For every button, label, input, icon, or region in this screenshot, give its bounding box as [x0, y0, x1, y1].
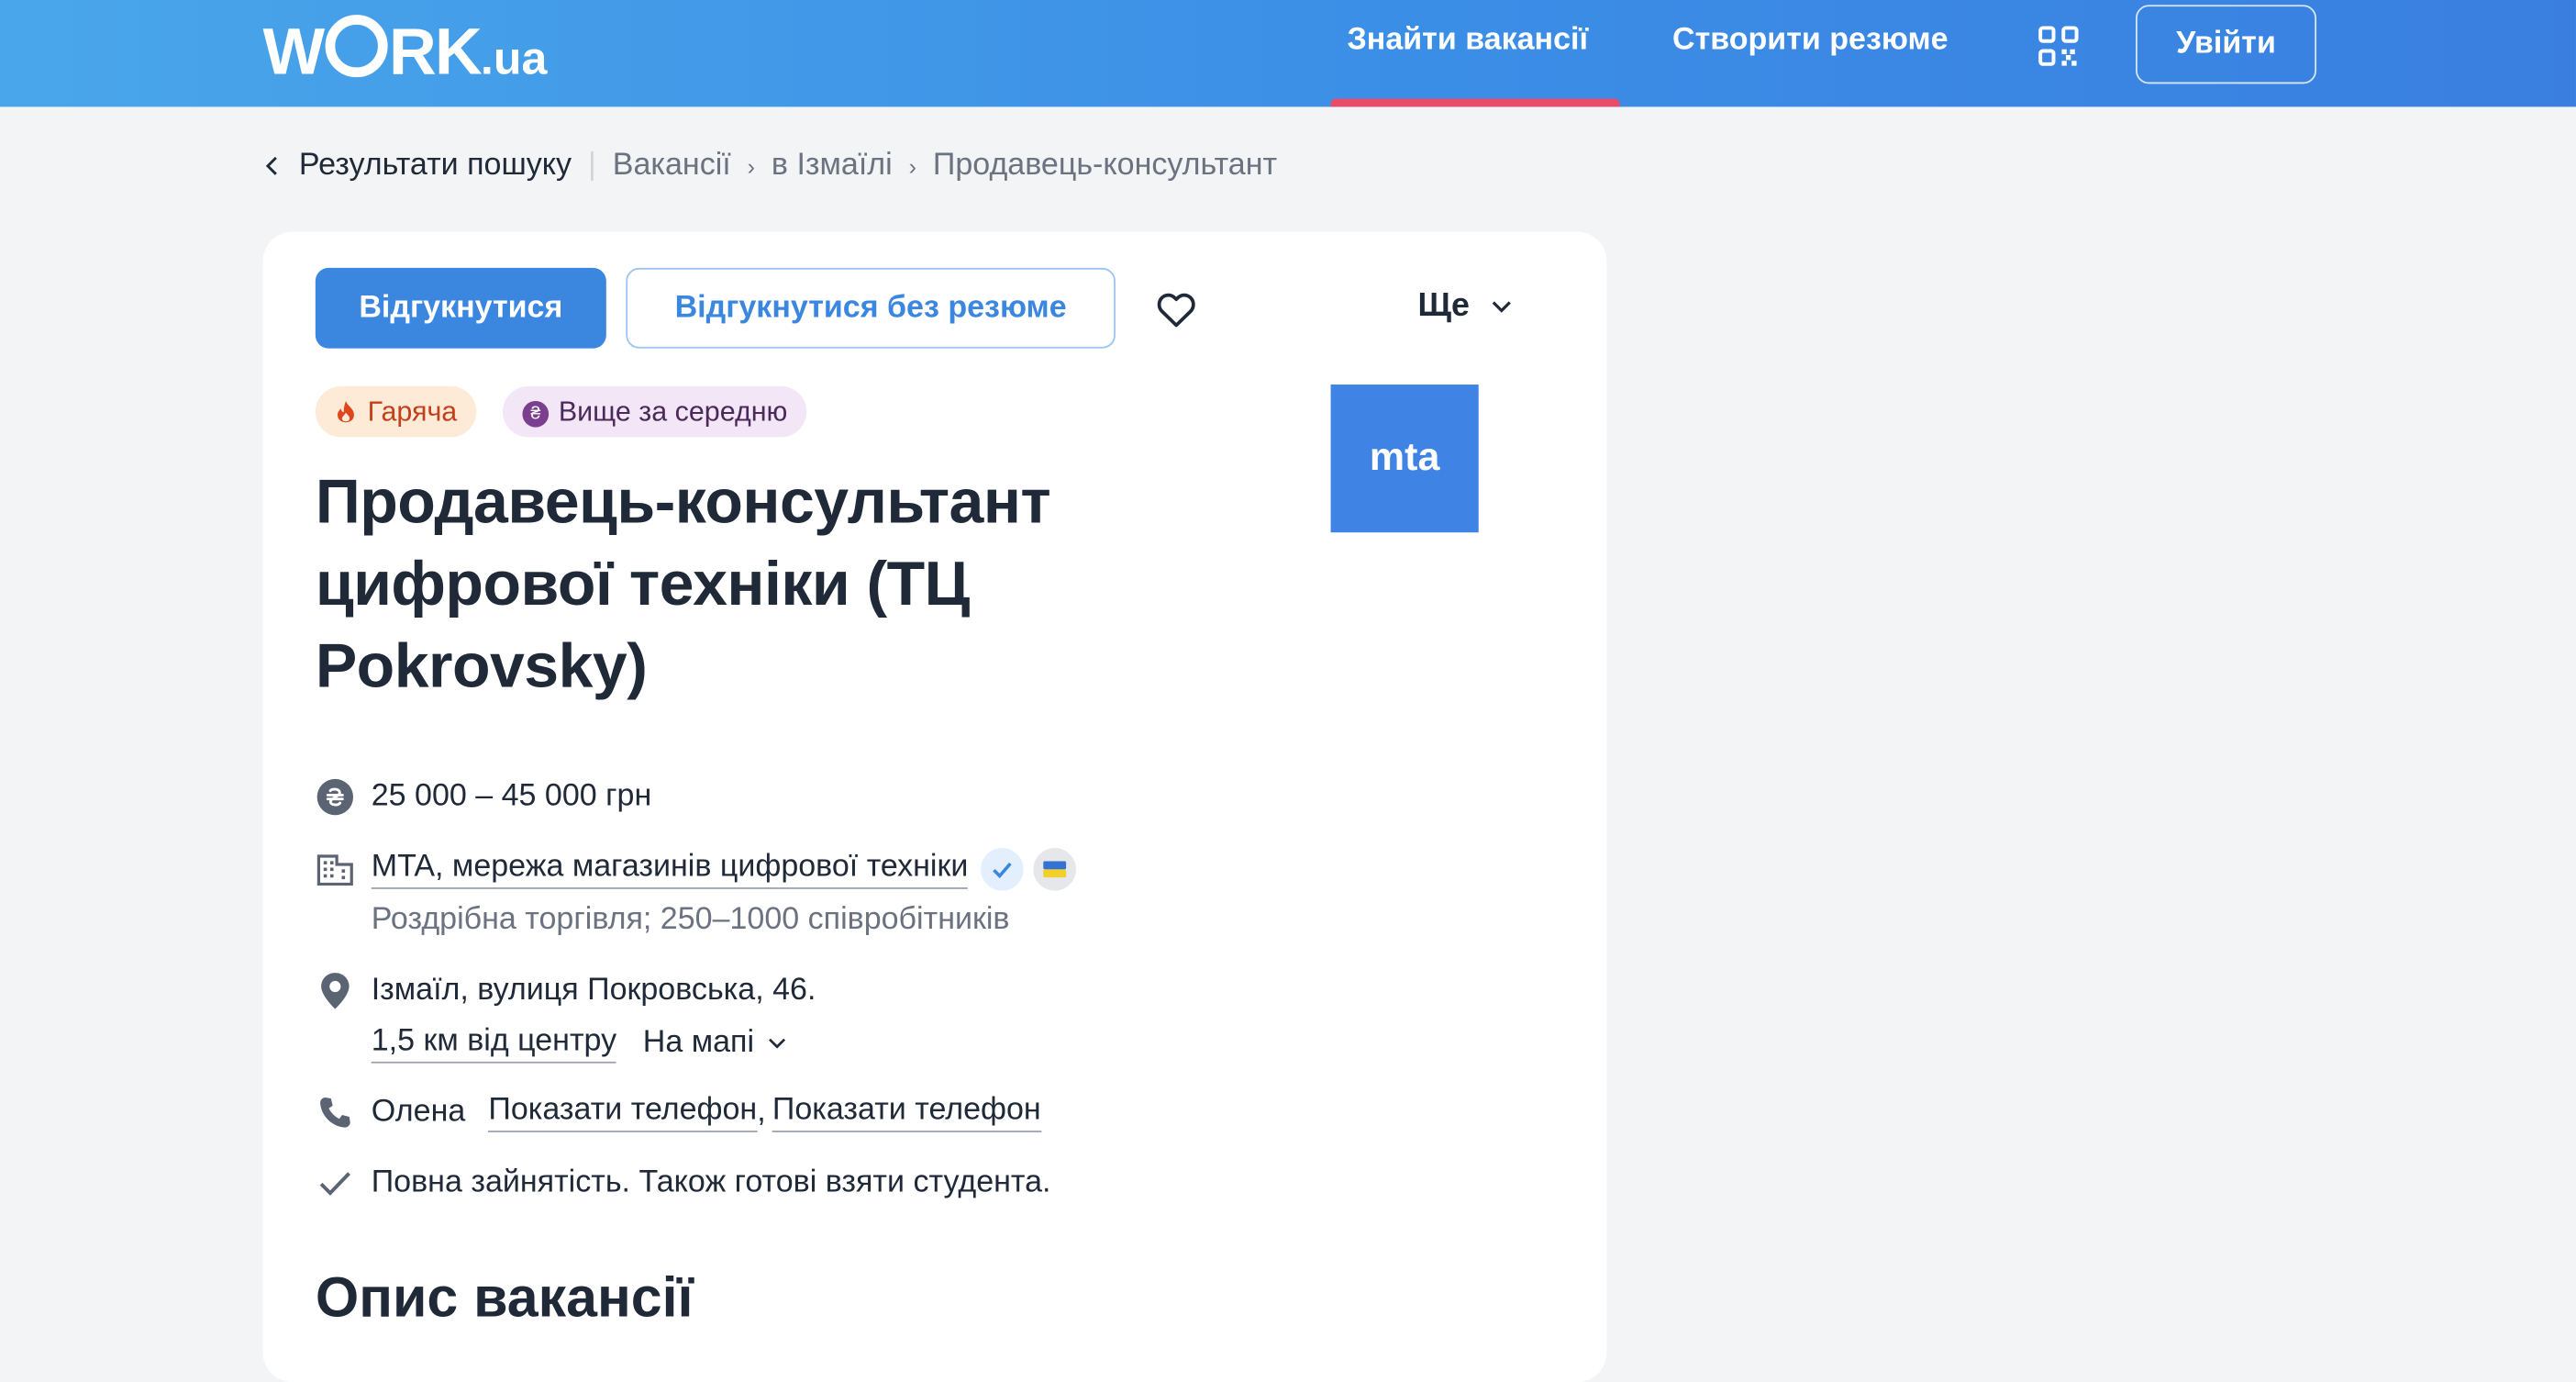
company-row: MTA, мережа магазинів цифрової техніки	[316, 848, 1077, 891]
building-icon	[316, 850, 355, 889]
nav-find-vacancies[interactable]: Знайти вакансії	[1347, 23, 1588, 59]
more-dropdown[interactable]: Ще	[1417, 287, 1512, 325]
salary-level-label: Вище за середню	[558, 396, 788, 428]
salary-value: 25 000 – 45 000 грн	[371, 778, 652, 814]
vacancy-title: Продавець-консультант цифрової техніки (…	[315, 468, 1051, 702]
employment-text: Повна зайнятість. Також готові взяти сту…	[371, 1165, 1051, 1200]
hot-tag: Гаряча	[315, 385, 477, 438]
chevron-down-icon	[1491, 300, 1511, 312]
ukraine-flag-icon[interactable]	[1033, 848, 1077, 891]
company-meta: Роздрібна торгівля; 250–1000 співробітни…	[371, 902, 1010, 937]
contact-row: Олена Показати телефон, Показати телефон	[316, 1093, 1041, 1132]
breadcrumb: Результати пошуку | Вакансії › в Ізмаїлі…	[263, 148, 1278, 184]
show-phone-link-2[interactable]: Показати телефон	[772, 1093, 1041, 1132]
location-pin-icon	[316, 971, 355, 1010]
show-phone-link-1[interactable]: Показати телефон	[488, 1093, 758, 1132]
location-extra: 1,5 км від центру На мапі	[371, 1024, 787, 1064]
breadcrumb-item-city[interactable]: в Ізмаїлі	[772, 148, 893, 184]
salary-row: 25 000 – 45 000 грн	[316, 777, 651, 817]
breadcrumb-item-vacancies[interactable]: Вакансії	[613, 148, 731, 184]
chevron-right-icon: ›	[747, 152, 756, 180]
contact-name: Олена	[371, 1094, 466, 1130]
logo-letters-rk: RK	[388, 16, 483, 89]
hot-tag-label: Гаряча	[367, 396, 458, 428]
top-navigation-bar: W RK.ua Знайти вакансії Створити резюме	[0, 0, 2576, 107]
more-label: Ще	[1417, 287, 1470, 324]
logo-letter-w: W	[262, 16, 326, 89]
chevron-down-icon	[769, 1038, 786, 1049]
breadcrumb-item-position[interactable]: Продавець-консультант	[933, 148, 1277, 184]
address-row: Ізмаїл, вулиця Покровська, 46.	[316, 971, 816, 1010]
hryvnia-circle-icon	[316, 777, 355, 817]
description-heading: Опис вакансії	[315, 1266, 694, 1330]
flame-icon	[338, 400, 354, 423]
verified-check-icon[interactable]	[981, 848, 1025, 891]
chevron-left-icon	[265, 156, 277, 175]
nav-active-indicator	[1330, 98, 1620, 107]
logo-o-ring	[325, 15, 388, 78]
login-button[interactable]: Увійти	[2136, 5, 2317, 84]
breadcrumb-back[interactable]: Результати пошуку	[263, 148, 572, 184]
apply-button[interactable]: Відгукнутися	[315, 267, 606, 349]
salary-level-tag: ₴ Вище за середню	[502, 385, 807, 438]
breadcrumb-back-label: Результати пошуку	[298, 148, 572, 183]
chevron-right-icon: ›	[908, 152, 916, 180]
phone-icon	[316, 1093, 355, 1132]
apply-without-resume-button[interactable]: Відгукнутися без резюме	[626, 267, 1116, 349]
address-text: Ізмаїл, вулиця Покровська, 46.	[371, 973, 816, 1008]
nav-create-resume[interactable]: Створити резюме	[1672, 23, 1949, 59]
heart-icon[interactable]	[1153, 286, 1199, 332]
qr-code-icon[interactable]	[2037, 25, 2081, 68]
phone-separator: ,	[757, 1094, 766, 1130]
work-ua-logo[interactable]: W RK.ua	[262, 12, 548, 91]
breadcrumb-divider: |	[587, 148, 596, 183]
checkmark-icon	[316, 1164, 355, 1203]
company-logo[interactable]: mta	[1330, 385, 1479, 533]
vacancy-card: Відгукнутися Відгукнутися без резюме Ще …	[262, 231, 1607, 1382]
logo-suffix: .ua	[480, 32, 548, 84]
distance-from-center-link[interactable]: 1,5 км від центру	[371, 1024, 617, 1064]
employment-row: Повна зайнятість. Також готові взяти сту…	[316, 1164, 1051, 1203]
map-toggle-label: На мапі	[642, 1025, 755, 1061]
map-toggle[interactable]: На мапі	[643, 1025, 787, 1061]
hryvnia-icon: ₴	[522, 400, 550, 428]
company-name-link[interactable]: MTA, мережа магазинів цифрової техніки	[371, 850, 969, 889]
